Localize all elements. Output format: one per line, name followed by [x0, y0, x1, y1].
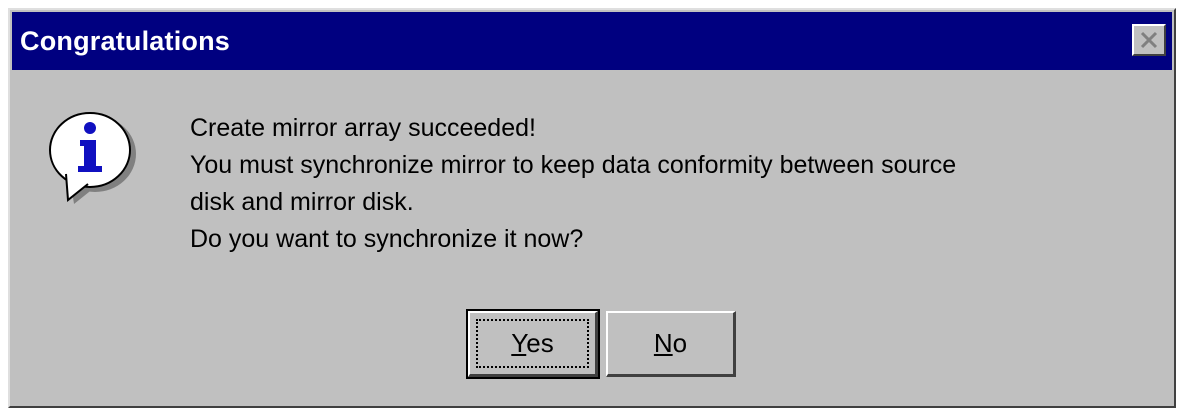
- no-button-label: No: [653, 328, 688, 358]
- message-line: Create mirror array succeeded!: [190, 114, 536, 142]
- dialog-title: Congratulations: [20, 25, 230, 56]
- message-text: Create mirror array succeeded! You must …: [190, 110, 956, 258]
- close-icon: [1140, 31, 1158, 49]
- info-icon: [49, 112, 136, 204]
- title-bar[interactable]: Congratulations: [12, 12, 1172, 70]
- close-button[interactable]: [1132, 24, 1166, 56]
- message-line: You must synchronize mirror to keep data…: [190, 151, 957, 179]
- message-line: disk and mirror disk.: [190, 188, 414, 216]
- no-button[interactable]: No: [606, 311, 736, 377]
- yes-button[interactable]: Yes: [466, 309, 600, 379]
- focus-rectangle: [476, 319, 589, 368]
- message-dialog: Congratulations Create mirror array succ…: [8, 8, 1176, 408]
- message-line: Do you want to synchronize it now?: [190, 225, 584, 253]
